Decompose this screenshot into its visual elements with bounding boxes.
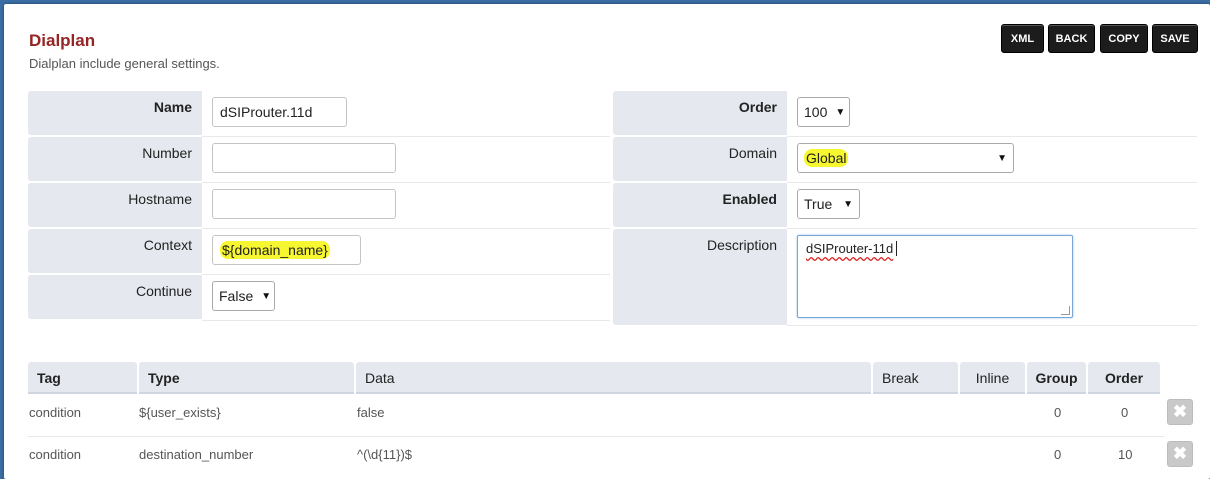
continue-select[interactable]: False ▼ xyxy=(212,281,275,311)
domain-select[interactable]: Global ▼ xyxy=(797,143,1014,173)
caret-down-icon: ▼ xyxy=(261,290,272,302)
domain-value: Global xyxy=(804,149,849,167)
number-label: Number xyxy=(28,137,202,181)
column-header-break: Break xyxy=(873,362,958,394)
text-cursor: ​ xyxy=(896,241,898,256)
row-1-type: ${user_exists} xyxy=(139,405,221,420)
name-input[interactable]: dSIProuter.11d xyxy=(212,97,347,127)
column-header-tag: Tag xyxy=(28,362,137,394)
save-button[interactable]: SAVE xyxy=(1152,24,1198,53)
back-button[interactable]: BACK xyxy=(1048,24,1095,53)
dialplan-panel: Dialplan Dialplan include general settin… xyxy=(4,4,1210,479)
column-header-order: Order xyxy=(1088,362,1160,394)
column-header-type: Type xyxy=(139,362,354,394)
column-header-group: Group xyxy=(1027,362,1086,394)
row-1-data: false xyxy=(357,405,385,420)
caret-down-icon: ▼ xyxy=(843,198,853,210)
enabled-label: Enabled xyxy=(613,183,787,227)
column-header-data: Data xyxy=(356,362,871,394)
caret-down-icon: ▼ xyxy=(835,106,846,118)
row-1-order: 0 xyxy=(1121,405,1129,420)
continue-value: False xyxy=(219,288,254,304)
caret-down-icon: ▼ xyxy=(997,152,1007,164)
row-2-delete-button[interactable]: ✖ xyxy=(1167,441,1193,467)
page-title: Dialplan xyxy=(29,31,96,50)
description-textarea[interactable]: dSIProuter-11d​ xyxy=(797,235,1073,318)
resize-handle-icon[interactable] xyxy=(1061,306,1070,315)
context-value: ${domain_name} xyxy=(220,241,330,259)
hostname-label: Hostname xyxy=(28,183,202,227)
row-divider xyxy=(28,436,1164,437)
enabled-value: True xyxy=(804,196,833,212)
description-label: Description xyxy=(613,229,787,325)
name-label: Name xyxy=(28,91,202,135)
row-2-order: 10 xyxy=(1118,447,1133,462)
enabled-select[interactable]: True ▼ xyxy=(797,189,860,219)
continue-label: Continue xyxy=(28,275,202,319)
name-value: dSIProuter.11d xyxy=(220,104,313,120)
row-1-delete-button[interactable]: ✖ xyxy=(1167,399,1193,425)
row-2-tag: condition xyxy=(29,447,82,462)
hostname-input[interactable] xyxy=(212,189,396,219)
row-2-data: ^(\d{11})$ xyxy=(357,447,413,462)
column-header-inline: Inline xyxy=(960,362,1025,394)
row-1-tag: condition xyxy=(29,405,82,420)
context-input[interactable]: ${domain_name} xyxy=(212,235,361,265)
context-label: Context xyxy=(28,229,202,273)
order-label: Order xyxy=(613,91,787,135)
close-x-icon: ✖ xyxy=(1172,444,1188,463)
close-x-icon: ✖ xyxy=(1172,402,1188,421)
page-description: Dialplan include general settings. xyxy=(29,56,220,71)
number-input[interactable] xyxy=(212,143,396,173)
copy-button[interactable]: COPY xyxy=(1100,24,1148,53)
order-select[interactable]: 100 ▼ xyxy=(797,97,850,127)
domain-label: Domain xyxy=(613,137,787,181)
order-value: 100 xyxy=(804,104,828,120)
row-1-group: 0 xyxy=(1054,405,1062,420)
description-value: dSIProuter-11d xyxy=(806,241,894,256)
xml-button[interactable]: XML xyxy=(1001,24,1044,53)
row-2-type: destination_number xyxy=(139,447,254,462)
row-2-group: 0 xyxy=(1054,447,1062,462)
